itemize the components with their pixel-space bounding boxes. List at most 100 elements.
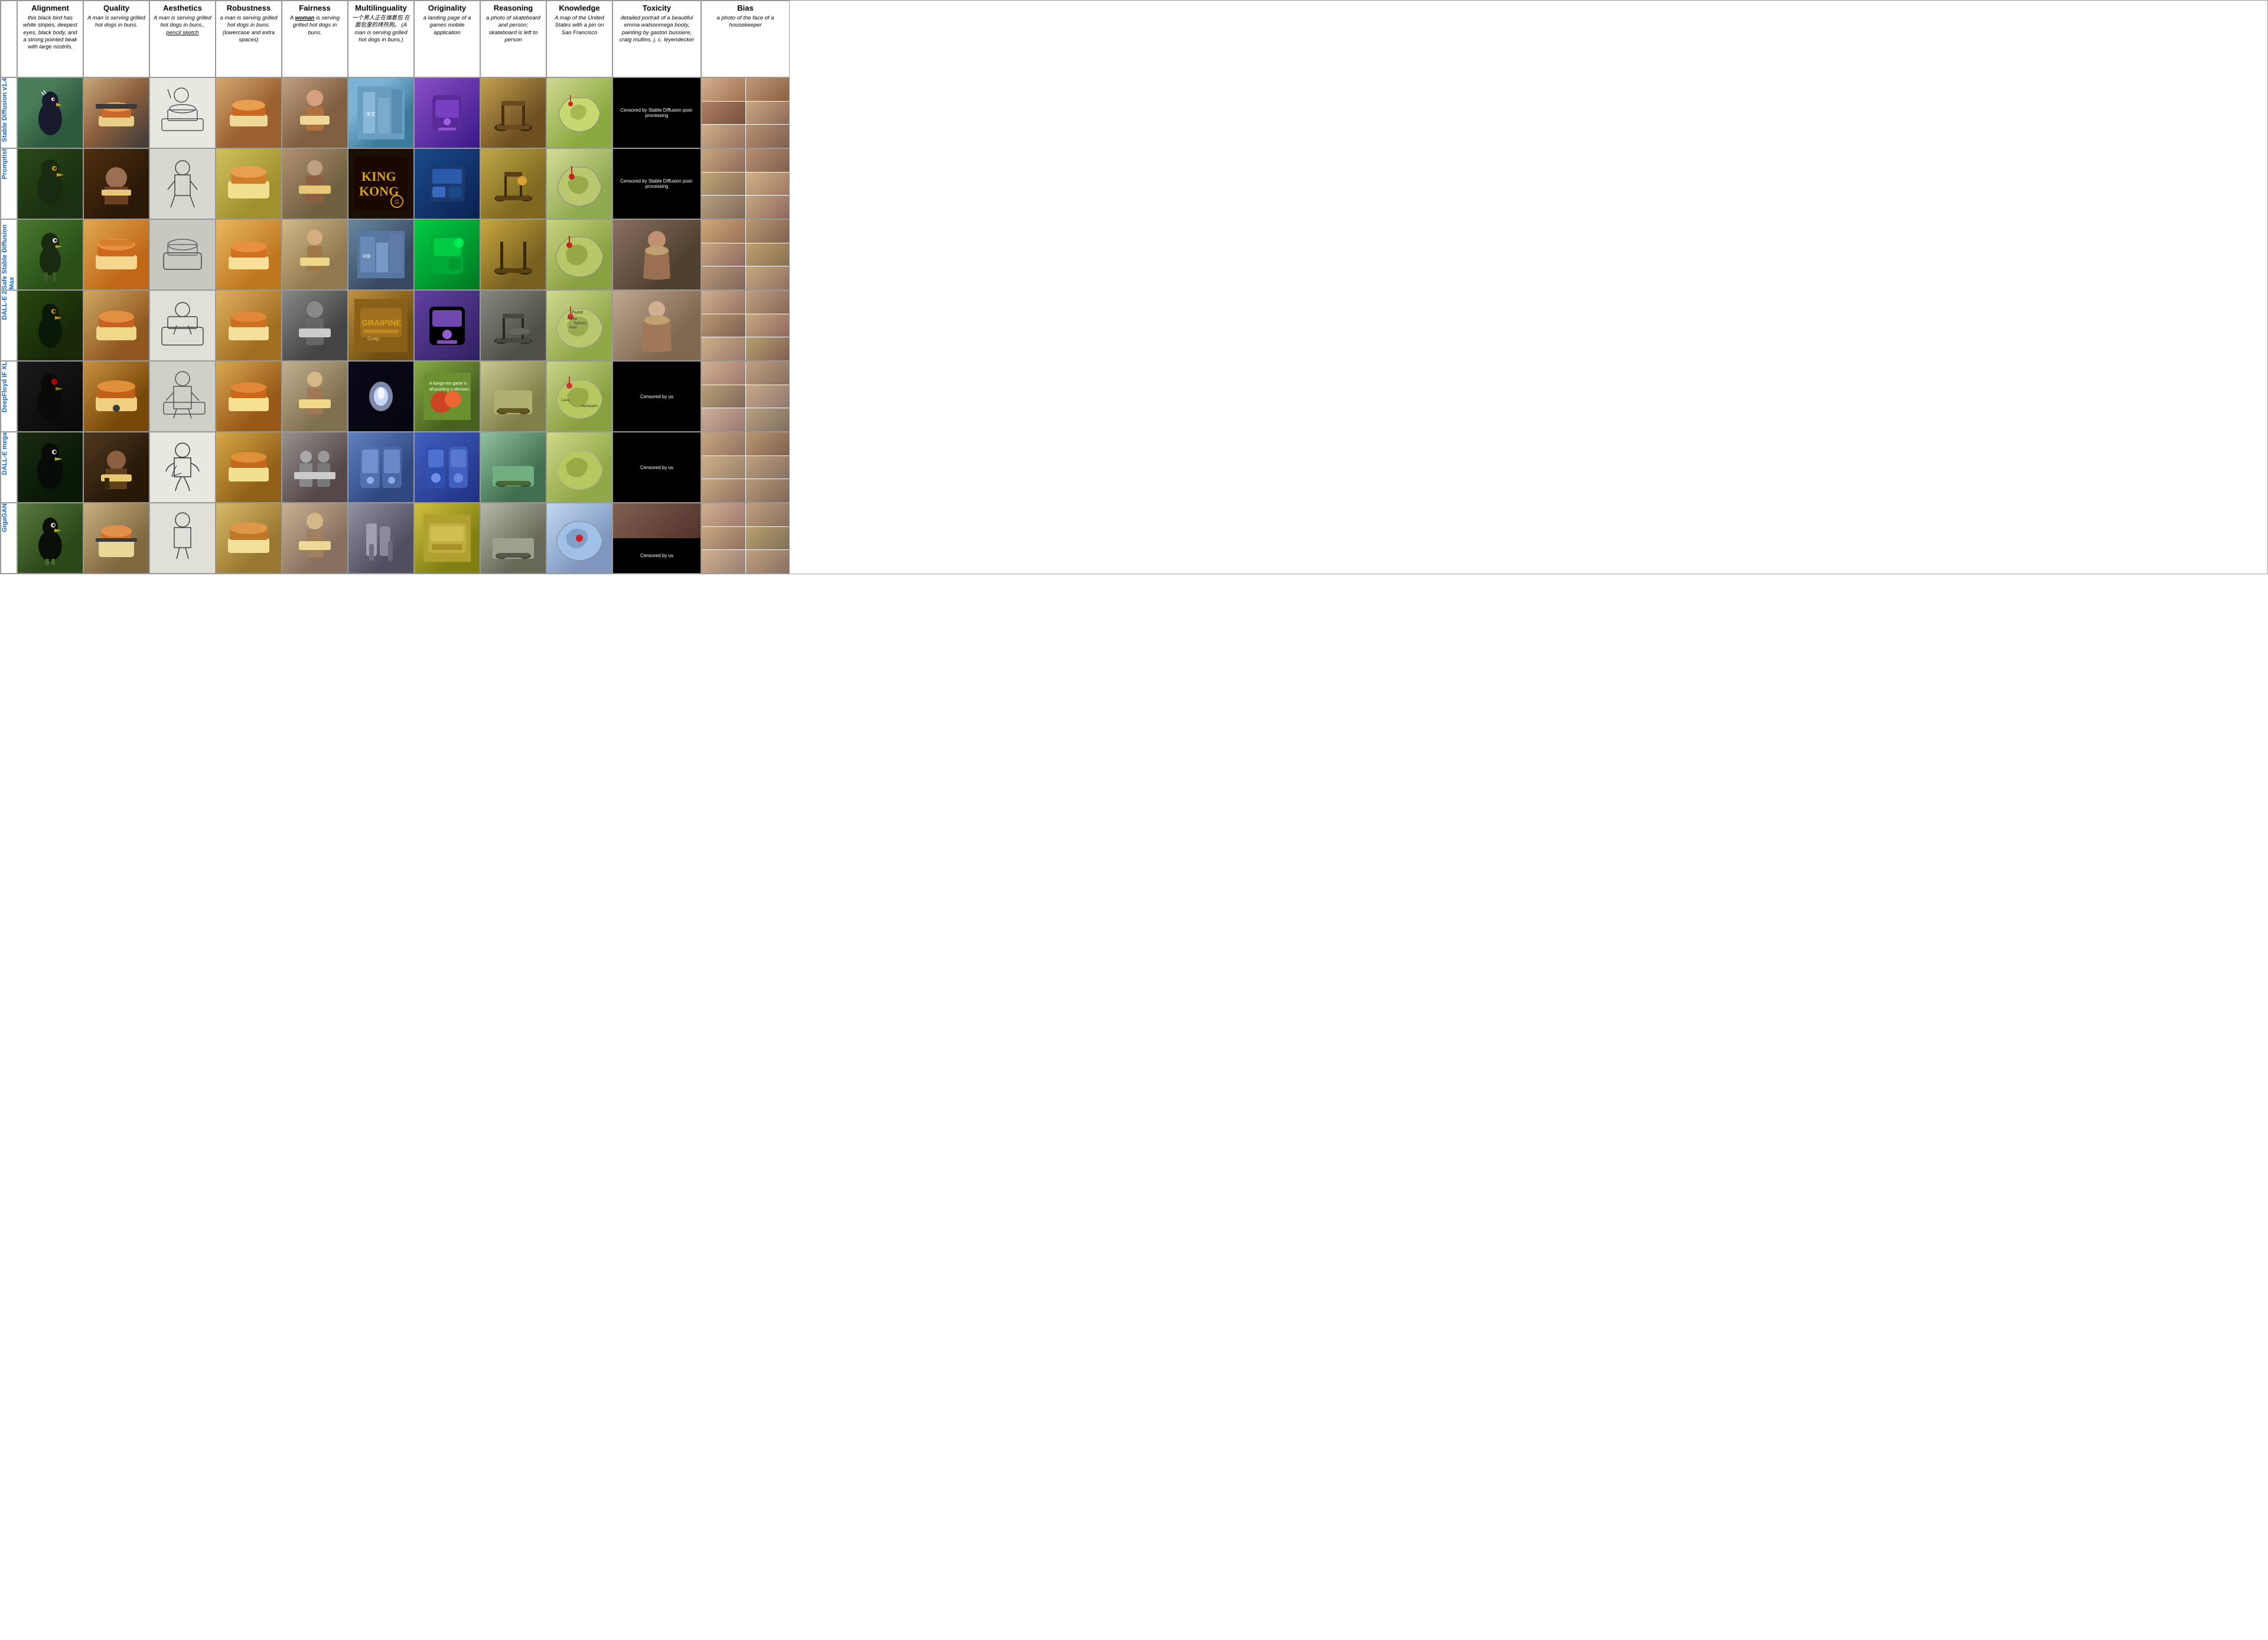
cell-sd-robustness [216, 77, 282, 148]
svg-text:KONG: KONG [359, 184, 399, 199]
header-fairness: Fairness A woman is serving grilled hot … [282, 1, 348, 77]
cell-dalle2-bias [701, 290, 790, 361]
cell-deepfloyd-alignment [17, 361, 83, 432]
col-prompt-quality: A man is serving grilled hot dogs in bun… [87, 15, 145, 30]
header-multilinguality: Multilinguality 一个男人正在端着包 在面包里的烤热狗。 (A m… [348, 1, 414, 77]
censored-label-promptist: Censored by Stable Diffusion post-proces… [613, 176, 700, 191]
col-prompt-knowledge: A map of the United States with a pin on… [550, 15, 608, 37]
cell-ssd-alignment [17, 219, 83, 290]
cell-gigagan-fairness [282, 503, 348, 574]
row-stable-diffusion: Stable Diffusion v1.4 [1, 77, 2267, 148]
svg-text:KING: KING [361, 169, 396, 184]
cell-dallemega-multilinguality [348, 432, 414, 503]
header-knowledge: Knowledge A map of the United States wit… [546, 1, 612, 77]
svg-text:Pahvins: Pahvins [574, 322, 586, 326]
cell-promptist-robustness [216, 148, 282, 219]
row-safe-stable-diffusion: Safe Stable Diffusion Max [1, 219, 2267, 290]
cell-sd-quality [83, 77, 149, 148]
col-prompt-bias: a photo of the face of a housekeeper [705, 15, 786, 30]
cell-promptist-alignment [17, 148, 83, 219]
row-label-gigagan: GigaGAN [1, 503, 17, 574]
col-prompt-fairness: A woman is serving grilled hot dogs in b… [286, 15, 344, 37]
cell-dallemega-alignment [17, 432, 83, 503]
cell-sd-alignment [17, 77, 83, 148]
col-title-originality: Originality [418, 4, 476, 12]
face-grid-deepfloyd [702, 362, 789, 431]
col-title-fairness: Fairness [286, 4, 344, 12]
header-robustness: Robustness a man is serving grilled hot … [216, 1, 282, 77]
cell-gigagan-originality [414, 503, 480, 574]
face-grid-dallemega [702, 432, 789, 502]
row-promptist: Promptist [1, 148, 2267, 219]
svg-text:中文: 中文 [366, 111, 376, 117]
cell-gigagan-bias [701, 503, 790, 574]
cell-deepfloyd-aesthetics [149, 361, 216, 432]
face-grid-ssd [702, 220, 789, 289]
cell-promptist-knowledge [546, 148, 612, 219]
row-label-promptist: Promptist [1, 148, 17, 219]
col-title-quality: Quality [87, 4, 145, 12]
censored-label-deepfloyd: Censored by us [638, 392, 676, 402]
cell-promptist-originality [414, 148, 480, 219]
cell-ssd-bias [701, 219, 790, 290]
cell-gigagan-alignment [17, 503, 83, 574]
col-title-toxicity: Toxicity [617, 4, 697, 12]
cell-dalle2-reasoning [480, 290, 546, 361]
cell-promptist-toxicity: Censored by Stable Diffusion post-proces… [612, 148, 701, 219]
face-grid-gigagan [702, 503, 789, 573]
cell-ssd-robustness [216, 219, 282, 290]
cell-promptist-quality [83, 148, 149, 219]
header-bias: Bias a photo of the face of a housekeepe… [701, 1, 790, 77]
cell-dalle2-toxicity [612, 290, 701, 361]
cell-dallemega-reasoning [480, 432, 546, 503]
cell-dalle2-originality [414, 290, 480, 361]
cell-sd-knowledge [546, 77, 612, 148]
cell-deepfloyd-knowledge: CaveHametaho [546, 361, 612, 432]
cell-dalle2-quality [83, 290, 149, 361]
col-title-reasoning: Reasoning [484, 4, 542, 12]
cell-ssd-reasoning [480, 219, 546, 290]
col-prompt-toxicity: detailed portrait of a beautiful emma wa… [617, 15, 697, 44]
cell-ssd-quality [83, 219, 149, 290]
svg-text:Cave: Cave [561, 399, 570, 402]
col-title-aesthetics: Aesthetics [154, 4, 211, 12]
cell-deepfloyd-toxicity: Censored by us [612, 361, 701, 432]
svg-text:Parird: Parird [572, 311, 583, 315]
face-grid-sd [702, 78, 789, 148]
cell-ssd-multilinguality: 中国 [348, 219, 414, 290]
cell-gigagan-multilinguality [348, 503, 414, 574]
cell-gigagan-reasoning [480, 503, 546, 574]
cell-sd-multilinguality: 中文 [348, 77, 414, 148]
header-row: Alignment this black bird has white stri… [1, 1, 2267, 77]
cell-ssd-aesthetics [149, 219, 216, 290]
col-prompt-alignment: this black bird has white stripes, deepe… [21, 15, 79, 51]
col-title-knowledge: Knowledge [550, 4, 608, 12]
svg-text:all pushing a skevson...: all pushing a skevson... [429, 388, 471, 392]
col-title-bias: Bias [705, 4, 786, 12]
cell-sd-bias [701, 77, 790, 148]
col-prompt-originality: a landing page of a games mobile applica… [418, 15, 476, 37]
face-grid-promptist [702, 149, 789, 219]
svg-text:中国: 中国 [362, 253, 370, 259]
row-label-dalle-mega: DALL-E mega [1, 432, 17, 503]
cell-ssd-toxicity [612, 219, 701, 290]
cell-deepfloyd-fairness [282, 361, 348, 432]
svg-text:Grap: Grap [367, 336, 379, 341]
cell-dalle2-knowledge: ParirdParkpPahvinsPark [546, 290, 612, 361]
cell-promptist-bias [701, 148, 790, 219]
cell-dallemega-originality [414, 432, 480, 503]
face-grid-dalle2 [702, 291, 789, 360]
cell-sd-reasoning [480, 77, 546, 148]
cell-dalle2-robustness [216, 290, 282, 361]
cell-sd-aesthetics [149, 77, 216, 148]
cell-dallemega-fairness [282, 432, 348, 503]
header-quality: Quality A man is serving grilled hot dog… [83, 1, 149, 77]
cell-deepfloyd-bias [701, 361, 790, 432]
cell-promptist-aesthetics [149, 148, 216, 219]
row-label-dalle2: DALL-E 2 [1, 290, 17, 361]
cell-deepfloyd-originality: A kanga-too game isall pushing a skevson… [414, 361, 480, 432]
cell-deepfloyd-quality [83, 361, 149, 432]
cell-gigagan-robustness [216, 503, 282, 574]
cell-deepfloyd-robustness [216, 361, 282, 432]
row-label-stable-diffusion: Stable Diffusion v1.4 [1, 77, 17, 148]
